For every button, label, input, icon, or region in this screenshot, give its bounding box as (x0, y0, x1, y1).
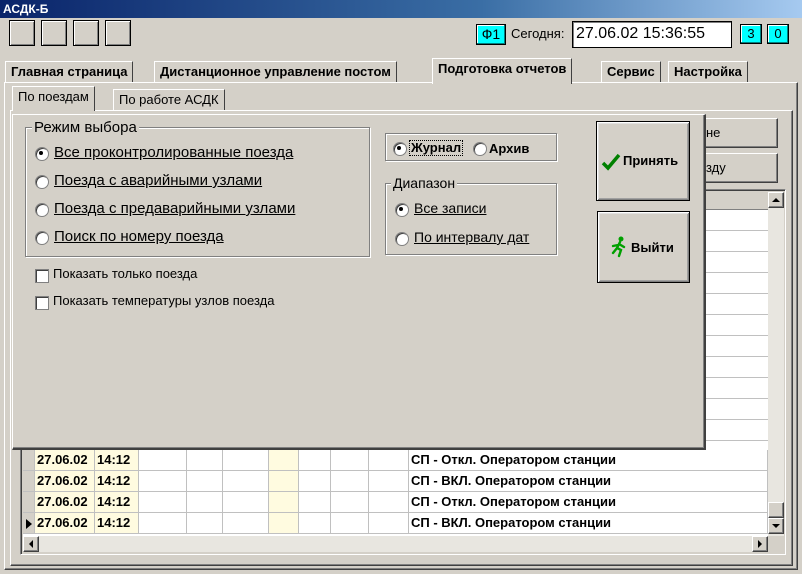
radio-date-interval-indicator[interactable] (395, 232, 409, 246)
radio-archive-indicator[interactable] (473, 142, 487, 156)
radio-pre-emergency-indicator[interactable] (35, 203, 49, 217)
toolbar-button-2[interactable] (41, 20, 67, 46)
checkmark-icon (601, 153, 621, 171)
radio-date-interval-label: По интервалу дат (414, 229, 530, 245)
window-title: АСДК-Б (0, 0, 802, 18)
checkbox-show-temps[interactable]: Показать температуры узлов поезда (33, 292, 373, 312)
radio-emergency-indicator[interactable] (35, 175, 49, 189)
running-man-icon (611, 236, 626, 258)
checkbox-only-trains-box[interactable] (35, 269, 49, 283)
radio-all-trains[interactable]: Все проконтролированные поезда (33, 143, 363, 165)
radio-archive[interactable]: Архив (473, 139, 553, 157)
checkbox-only-trains-label: Показать только поезда (53, 266, 198, 281)
radio-date-interval[interactable]: По интервалу дат (393, 228, 555, 248)
badge-3: 3 (740, 24, 762, 44)
today-label: Сегодня: (511, 26, 565, 41)
table-row[interactable]: 27.06.02 14:12 СП - Откл. Оператором ста… (23, 450, 768, 471)
radio-journal-indicator[interactable] (393, 142, 407, 156)
subtab-by-trains[interactable]: По поездам (12, 86, 95, 111)
exit-button[interactable]: Выйти (597, 211, 690, 283)
checkbox-show-temps-label: Показать температуры узлов поезда (53, 293, 275, 308)
accept-button[interactable]: Принять (596, 121, 690, 201)
tab-settings[interactable]: Настройка (668, 61, 748, 83)
radio-archive-label: Архив (489, 141, 530, 156)
mode-group-title: Режим выбора (32, 119, 139, 136)
radio-emergency-label: Поезда с аварийными узлами (54, 172, 263, 189)
horizontal-scrollbar[interactable] (23, 536, 768, 552)
subtab-by-asdk[interactable]: По работе АСДК (113, 89, 225, 110)
scroll-down-icon[interactable] (768, 518, 784, 534)
table-row-current[interactable]: 27.06.02 14:12 СП - ВКЛ. Оператором стан… (23, 513, 768, 534)
radio-emergency-trains[interactable]: Поезда с аварийными узлами (33, 171, 363, 193)
tab-service[interactable]: Сервис (601, 61, 661, 83)
report-options-dialog: Режим выбора Все проконтролированные пое… (12, 114, 706, 450)
badge-0: 0 (767, 24, 789, 44)
radio-all-records-label: Все записи (414, 200, 487, 216)
range-group-title: Диапазон (391, 175, 458, 191)
table-row[interactable]: 27.06.02 14:12 СП - ВКЛ. Оператором стан… (23, 471, 768, 492)
radio-journal-label: Журнал (409, 140, 464, 156)
scroll-left-icon[interactable] (23, 536, 39, 552)
checkbox-show-temps-box[interactable] (35, 296, 49, 310)
scroll-thumb[interactable] (768, 502, 784, 518)
f1-indicator: Ф1 (476, 24, 506, 45)
radio-search-label: Поиск по номеру поезда (54, 228, 224, 245)
radio-all-records[interactable]: Все записи (393, 199, 553, 219)
tab-reports[interactable]: Подготовка отчетов (432, 58, 573, 84)
accept-button-label: Принять (623, 153, 679, 168)
checkbox-only-trains[interactable]: Показать только поезда (33, 265, 333, 285)
table-row[interactable]: 27.06.02 14:12 СП - Откл. Оператором ста… (23, 492, 768, 513)
radio-all-trains-indicator[interactable] (35, 147, 49, 161)
radio-all-records-indicator[interactable] (395, 203, 409, 217)
datetime-display: 27.06.02 15:36:55 (572, 21, 732, 48)
vertical-scrollbar[interactable] (768, 192, 784, 536)
toolbar-button-1[interactable] (9, 20, 35, 46)
exit-button-label: Выйти (631, 240, 674, 255)
radio-pre-emergency-trains[interactable]: Поезда с предаварийными узлами (33, 199, 363, 221)
row-pointer-icon (23, 513, 35, 534)
radio-search-by-number[interactable]: Поиск по номеру поезда (33, 227, 363, 249)
tab-remote-control[interactable]: Дистанционное управление постом (154, 61, 397, 83)
scroll-up-icon[interactable] (768, 192, 784, 208)
tab-main-page[interactable]: Главная страница (5, 61, 134, 83)
scroll-right-icon[interactable] (752, 536, 768, 552)
radio-all-trains-label: Все проконтролированные поезда (54, 144, 294, 161)
radio-search-indicator[interactable] (35, 231, 49, 245)
radio-journal[interactable]: Журнал (393, 139, 478, 157)
toolbar-button-3[interactable] (73, 20, 99, 46)
toolbar-button-4[interactable] (105, 20, 131, 46)
radio-pre-emergency-label: Поезда с предаварийными узлами (54, 200, 296, 217)
